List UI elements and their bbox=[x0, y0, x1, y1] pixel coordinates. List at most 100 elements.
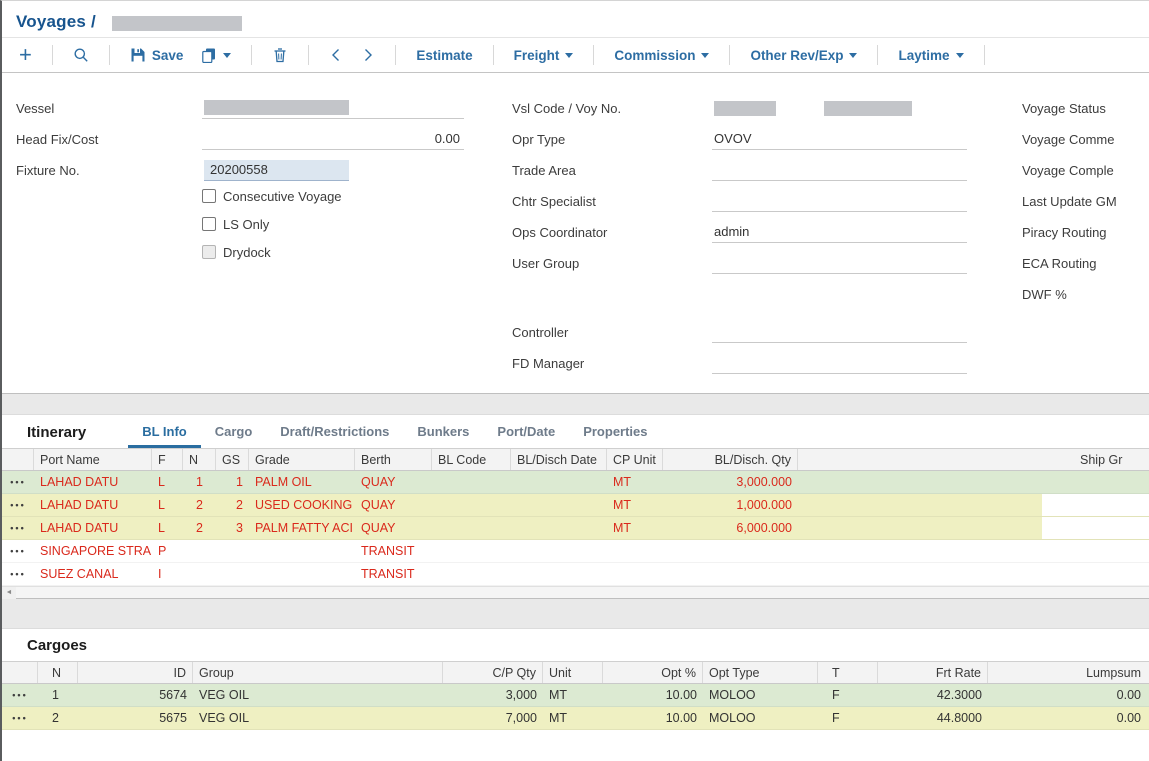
ls-only-checkbox[interactable] bbox=[202, 217, 216, 231]
cell-bl-code[interactable] bbox=[432, 517, 511, 539]
cell-gs[interactable] bbox=[216, 563, 249, 585]
cell-cp-unit[interactable]: MT bbox=[607, 494, 663, 516]
prev-button[interactable] bbox=[320, 43, 352, 67]
row-menu-icon[interactable]: ••• bbox=[2, 517, 34, 539]
row-menu-icon[interactable]: ••• bbox=[2, 563, 34, 585]
cell-n[interactable]: 2 bbox=[183, 517, 216, 539]
cell-n[interactable] bbox=[183, 563, 216, 585]
cell-bl-disch-qty[interactable] bbox=[663, 540, 798, 562]
cell-cp-unit[interactable] bbox=[607, 540, 663, 562]
other-rev-exp-menu-button[interactable]: Other Rev/Exp bbox=[741, 44, 866, 67]
cell-f[interactable]: L bbox=[152, 517, 183, 539]
vsl-code-inputs[interactable] bbox=[712, 98, 967, 119]
cell-ship-grade[interactable] bbox=[1042, 471, 1149, 493]
cell-ship-grade[interactable] bbox=[1042, 540, 1149, 562]
cell-berth[interactable]: QUAY bbox=[355, 517, 432, 539]
cell-frt-rate[interactable]: 44.8000 bbox=[878, 707, 988, 729]
cell-id[interactable]: 5675 bbox=[78, 707, 193, 729]
cell-cp-qty[interactable]: 7,000 bbox=[443, 707, 543, 729]
cell-bl-disch-qty[interactable] bbox=[663, 563, 798, 585]
cell-f[interactable]: P bbox=[152, 540, 183, 562]
tab-bunkers[interactable]: Bunkers bbox=[403, 424, 483, 448]
estimate-button[interactable]: Estimate bbox=[407, 44, 481, 67]
cell-bl-code[interactable] bbox=[432, 494, 511, 516]
cell-cp-unit[interactable]: MT bbox=[607, 471, 663, 493]
row-menu-icon[interactable]: ••• bbox=[2, 540, 34, 562]
tab-draft-restrictions[interactable]: Draft/Restrictions bbox=[266, 424, 403, 448]
cell-grade[interactable] bbox=[249, 563, 355, 585]
cell-bl-disch-date[interactable] bbox=[511, 540, 607, 562]
cell-bl-code[interactable] bbox=[432, 471, 511, 493]
cell-f[interactable]: L bbox=[152, 494, 183, 516]
cell-grade[interactable]: USED COOKING bbox=[249, 494, 355, 516]
add-button[interactable]: + bbox=[10, 43, 41, 67]
cell-grade[interactable]: PALM OIL bbox=[249, 471, 355, 493]
cell-bl-disch-qty[interactable]: 1,000.000 bbox=[663, 494, 798, 516]
laytime-menu-button[interactable]: Laytime bbox=[889, 44, 972, 67]
tab-properties[interactable]: Properties bbox=[569, 424, 661, 448]
search-button[interactable] bbox=[64, 43, 98, 67]
chtr-specialist-input[interactable] bbox=[712, 191, 967, 212]
fixture-no-input[interactable]: 20200558 bbox=[204, 160, 349, 181]
cell-opt-type[interactable]: MOLOO bbox=[703, 707, 818, 729]
cell-opt-pct[interactable]: 10.00 bbox=[603, 707, 703, 729]
row-menu-icon[interactable]: ••• bbox=[2, 684, 38, 706]
cell-ship-grade[interactable] bbox=[1042, 494, 1149, 516]
cell-unit[interactable]: MT bbox=[543, 684, 603, 706]
cell-ship-grade[interactable] bbox=[1042, 563, 1149, 585]
cell-port-name[interactable]: LAHAD DATU bbox=[34, 471, 152, 493]
cell-group[interactable]: VEG OIL bbox=[193, 684, 443, 706]
cell-cp-unit[interactable] bbox=[607, 563, 663, 585]
itinerary-horizontal-scrollbar[interactable]: ◄ bbox=[2, 586, 1149, 598]
cell-cp-qty[interactable]: 3,000 bbox=[443, 684, 543, 706]
cell-lumpsum[interactable]: 0.00 bbox=[988, 684, 1149, 706]
cell-berth[interactable]: QUAY bbox=[355, 494, 432, 516]
delete-button[interactable] bbox=[263, 43, 297, 67]
cell-f[interactable]: L bbox=[152, 471, 183, 493]
copy-button[interactable] bbox=[192, 43, 240, 67]
cell-grade[interactable] bbox=[249, 540, 355, 562]
cell-bl-disch-qty[interactable]: 6,000.000 bbox=[663, 517, 798, 539]
next-button[interactable] bbox=[352, 43, 384, 67]
user-group-input[interactable] bbox=[712, 253, 967, 274]
cell-id[interactable]: 5674 bbox=[78, 684, 193, 706]
cell-lumpsum[interactable]: 0.00 bbox=[988, 707, 1149, 729]
trade-area-input[interactable] bbox=[712, 160, 967, 181]
cell-port-name[interactable]: LAHAD DATU bbox=[34, 494, 152, 516]
cell-port-name[interactable]: LAHAD DATU bbox=[34, 517, 152, 539]
cell-n[interactable]: 2 bbox=[183, 494, 216, 516]
row-menu-icon[interactable]: ••• bbox=[2, 471, 34, 493]
cell-n[interactable]: 1 bbox=[38, 684, 78, 706]
cell-bl-disch-date[interactable] bbox=[511, 494, 607, 516]
cell-gs[interactable] bbox=[216, 540, 249, 562]
cell-berth[interactable]: TRANSIT bbox=[355, 563, 432, 585]
cell-gs[interactable]: 2 bbox=[216, 494, 249, 516]
cell-frt-rate[interactable]: 42.3000 bbox=[878, 684, 988, 706]
controller-input[interactable] bbox=[712, 322, 967, 343]
cell-opt-pct[interactable]: 10.00 bbox=[603, 684, 703, 706]
vessel-input[interactable] bbox=[202, 98, 464, 119]
opr-type-input[interactable]: OVOV bbox=[712, 129, 967, 150]
tab-port-date[interactable]: Port/Date bbox=[483, 424, 569, 448]
cell-grade[interactable]: PALM FATTY ACI bbox=[249, 517, 355, 539]
cell-bl-disch-date[interactable] bbox=[511, 471, 607, 493]
fd-manager-input[interactable] bbox=[712, 353, 967, 374]
scroll-left-icon[interactable]: ◄ bbox=[2, 587, 16, 599]
row-menu-icon[interactable]: ••• bbox=[2, 707, 38, 729]
cell-opt-type[interactable]: MOLOO bbox=[703, 684, 818, 706]
ops-coordinator-input[interactable]: admin bbox=[712, 222, 967, 243]
row-menu-icon[interactable]: ••• bbox=[2, 494, 34, 516]
cell-n[interactable]: 1 bbox=[183, 471, 216, 493]
cell-gs[interactable]: 3 bbox=[216, 517, 249, 539]
cell-bl-disch-date[interactable] bbox=[511, 517, 607, 539]
cell-t[interactable]: F bbox=[818, 684, 878, 706]
head-fix-cost-input[interactable]: 0.00 bbox=[202, 129, 464, 150]
tab-bl-info[interactable]: BL Info bbox=[128, 424, 201, 448]
cell-ship-grade[interactable] bbox=[1042, 517, 1149, 539]
cell-berth[interactable]: TRANSIT bbox=[355, 540, 432, 562]
tab-cargo[interactable]: Cargo bbox=[201, 424, 267, 448]
cell-gs[interactable]: 1 bbox=[216, 471, 249, 493]
cell-group[interactable]: VEG OIL bbox=[193, 707, 443, 729]
cell-t[interactable]: F bbox=[818, 707, 878, 729]
save-button[interactable]: Save bbox=[121, 43, 193, 67]
